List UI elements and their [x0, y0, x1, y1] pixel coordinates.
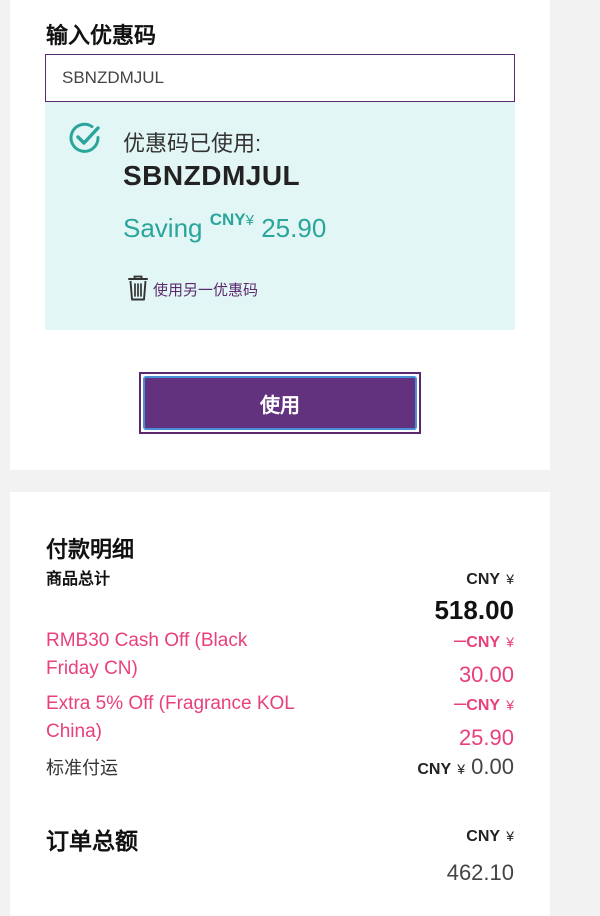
- promo-applied-label: 优惠码已使用:: [123, 131, 262, 156]
- total-yen: ¥: [506, 828, 514, 844]
- summary-title: 付款明细: [46, 537, 135, 562]
- shipping-yen: ¥: [457, 761, 466, 777]
- promo-code-input[interactable]: [45, 54, 515, 102]
- discount-2-value: –CNY ¥ 25.90: [454, 687, 514, 754]
- saving-yen: ¥: [245, 212, 254, 229]
- discount-2-amount: 25.90: [458, 725, 514, 750]
- promo-code-card: 输入优惠码 优惠码已使用: SBNZDMJUL Saving CNY¥ 25.9…: [10, 0, 550, 470]
- discount-1-yen: ¥: [506, 634, 514, 650]
- promo-applied-code: SBNZDMJUL: [123, 160, 301, 191]
- discount-2-currency: CNY: [466, 697, 501, 714]
- discount-2-label-line1: Extra 5% Off (Fragrance KOL: [46, 693, 295, 714]
- subtotal-label: 商品总计: [46, 571, 111, 588]
- shipping-currency: CNY: [417, 761, 452, 778]
- shipping-amount: 0.00: [471, 754, 514, 779]
- trash-icon: [128, 275, 148, 301]
- apply-button-frame: 使用: [139, 372, 421, 434]
- shipping-label: 标准付运: [46, 758, 118, 778]
- discount-2-yen: ¥: [506, 697, 514, 713]
- discount-1-sign: –: [454, 627, 467, 652]
- discount-2-label: Extra 5% Off (Fragrance KOL China): [46, 690, 295, 746]
- apply-promo-button[interactable]: 使用: [143, 376, 417, 430]
- subtotal-yen: ¥: [506, 571, 514, 587]
- shipping-value: CNY ¥ 0.00: [417, 751, 514, 786]
- subtotal-currency: CNY: [466, 571, 501, 588]
- order-total-value: CNY ¥ 462.10: [447, 816, 514, 891]
- discount-1-label-line2: Friday CN): [46, 658, 138, 679]
- saving-value: 25.90: [261, 213, 327, 243]
- saving-currency: CNY: [209, 210, 246, 229]
- discount-1-value: –CNY ¥ 30.00: [454, 624, 514, 691]
- payment-summary-card: 付款明细 商品总计 CNY ¥ 518.00 RMB30 Cash Off (B…: [10, 492, 550, 916]
- order-total-label: 订单总额: [46, 828, 138, 854]
- use-another-code-text[interactable]: 使用另一优惠码: [153, 279, 258, 300]
- discount-2-sign: –: [454, 690, 467, 715]
- subtotal-amount: 518.00: [434, 595, 514, 625]
- check-circle-icon: [69, 122, 100, 153]
- promo-saving-amount: Saving CNY¥ 25.90: [123, 210, 326, 244]
- promo-title: 输入优惠码: [46, 23, 157, 48]
- use-another-code-link[interactable]: 使用另一优惠码: [125, 272, 258, 302]
- saving-prefix: Saving: [123, 213, 203, 243]
- promo-applied-panel: 优惠码已使用: SBNZDMJUL Saving CNY¥ 25.90 使用另一…: [45, 102, 515, 330]
- discount-1-label-line1: RMB30 Cash Off (Black: [46, 630, 248, 651]
- discount-1-label: RMB30 Cash Off (Black Friday CN): [46, 627, 247, 683]
- discount-1-currency: CNY: [466, 634, 501, 651]
- subtotal-value: CNY ¥ 518.00: [434, 562, 514, 625]
- total-currency: CNY: [466, 828, 501, 845]
- total-amount: 462.10: [446, 860, 514, 885]
- discount-2-label-line2: China): [46, 721, 102, 742]
